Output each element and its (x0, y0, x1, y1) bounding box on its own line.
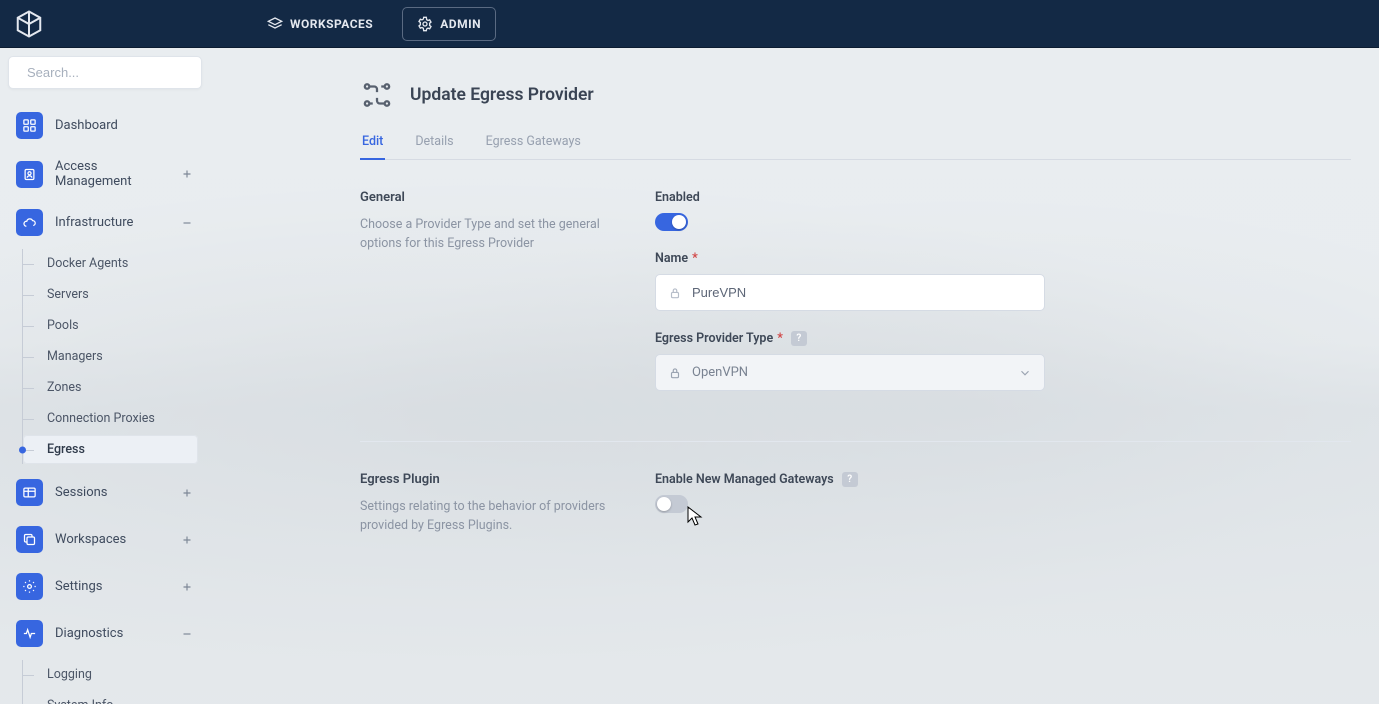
tab-details[interactable]: Details (413, 126, 455, 159)
enabled-toggle[interactable] (655, 213, 688, 231)
help-badge[interactable]: ? (842, 472, 858, 487)
sidebar-item-access[interactable]: Access Management (8, 152, 202, 196)
table-icon (22, 485, 37, 500)
lock-icon (668, 366, 682, 380)
user-icon (22, 167, 37, 182)
section-general-desc: Choose a Provider Type and set the gener… (360, 215, 615, 254)
main-content: Update Egress Provider Edit Details Egre… (210, 48, 1379, 704)
sidebar-sub-zones[interactable]: Zones (23, 373, 198, 402)
sidebar-label: Sessions (55, 485, 168, 500)
sidebar-sub-pools[interactable]: Pools (23, 311, 198, 340)
sidebar: Dashboard Access Management Infrastructu… (0, 48, 210, 704)
grid-icon (22, 118, 37, 133)
gear-icon (22, 579, 37, 594)
sidebar-sub-managers[interactable]: Managers (23, 342, 198, 371)
name-input[interactable] (692, 285, 1032, 300)
sidebar-label: Infrastructure (55, 215, 168, 230)
enabled-label: Enabled (655, 190, 1255, 205)
activity-icon (22, 626, 37, 641)
app-logo[interactable] (14, 9, 44, 39)
sidebar-item-sessions[interactable]: Sessions (8, 472, 202, 513)
required-asterisk: * (777, 331, 783, 346)
copy-icon (22, 532, 37, 547)
gear-icon (417, 16, 433, 32)
minus-icon (180, 627, 194, 641)
page-title: Update Egress Provider (410, 85, 594, 105)
sidebar-sub-egress[interactable]: Egress (23, 435, 198, 464)
sidebar-label: Dashboard (55, 118, 194, 133)
minus-icon (180, 216, 194, 230)
enable-gateways-toggle[interactable] (655, 495, 688, 513)
section-egress-plugin: Egress Plugin Settings relating to the b… (360, 442, 1351, 566)
sidebar-sub-system-info[interactable]: System Info (23, 691, 198, 704)
sidebar-item-settings[interactable]: Settings (8, 566, 202, 607)
plus-icon (180, 580, 194, 594)
section-general-title: General (360, 190, 615, 205)
section-plugin-title: Egress Plugin (360, 472, 615, 487)
sidebar-sub-docker-agents[interactable]: Docker Agents (23, 249, 198, 278)
tab-edit[interactable]: Edit (360, 126, 385, 159)
required-asterisk: * (692, 251, 698, 266)
sidebar-sub-connection-proxies[interactable]: Connection Proxies (23, 404, 198, 433)
sidebar-search[interactable] (8, 56, 202, 89)
nav-admin[interactable]: ADMIN (402, 7, 496, 41)
provider-type-select[interactable]: OpenVPN (655, 354, 1045, 391)
section-general: General Choose a Provider Type and set t… (360, 160, 1351, 442)
diag-sublist: Logging System Info (22, 660, 202, 704)
provider-type-label: Egress Provider Type * ? (655, 331, 1255, 346)
section-plugin-desc: Settings relating to the behavior of pro… (360, 497, 615, 536)
layers-icon (267, 16, 283, 32)
sidebar-label: Access Management (55, 159, 168, 189)
cloud-icon (22, 215, 37, 230)
topbar: WORKSPACES ADMIN (0, 0, 1379, 48)
tabs: Edit Details Egress Gateways (360, 126, 1351, 160)
nav-admin-label: ADMIN (440, 17, 481, 31)
infra-sublist: Docker Agents Servers Pools Managers Zon… (22, 249, 202, 464)
lock-icon (668, 286, 682, 300)
nav-workspaces-label: WORKSPACES (290, 17, 373, 31)
plus-icon (180, 533, 194, 547)
tab-egress-gateways[interactable]: Egress Gateways (484, 126, 583, 159)
sidebar-item-dashboard[interactable]: Dashboard (8, 105, 202, 146)
plus-icon (180, 486, 194, 500)
name-label: Name * (655, 251, 1255, 266)
sidebar-sub-logging[interactable]: Logging (23, 660, 198, 689)
mouse-cursor-icon (687, 506, 703, 528)
plus-icon (180, 167, 194, 181)
nav-workspaces[interactable]: WORKSPACES (252, 7, 388, 41)
page-header: Update Egress Provider (360, 78, 1351, 112)
provider-type-value: OpenVPN (692, 365, 1008, 380)
sidebar-item-diagnostics[interactable]: Diagnostics (8, 613, 202, 654)
chevron-down-icon (1018, 366, 1032, 380)
enable-gateways-label: Enable New Managed Gateways ? (655, 472, 1255, 487)
route-icon (360, 78, 394, 112)
sidebar-label: Workspaces (55, 532, 168, 547)
sidebar-sub-servers[interactable]: Servers (23, 280, 198, 309)
help-badge[interactable]: ? (791, 331, 807, 346)
name-input-wrap[interactable] (655, 274, 1045, 311)
sidebar-item-infrastructure[interactable]: Infrastructure (8, 202, 202, 243)
sidebar-item-workspaces[interactable]: Workspaces (8, 519, 202, 560)
sidebar-label: Settings (55, 579, 168, 594)
sidebar-label: Diagnostics (55, 626, 168, 641)
search-input[interactable] (27, 65, 203, 80)
